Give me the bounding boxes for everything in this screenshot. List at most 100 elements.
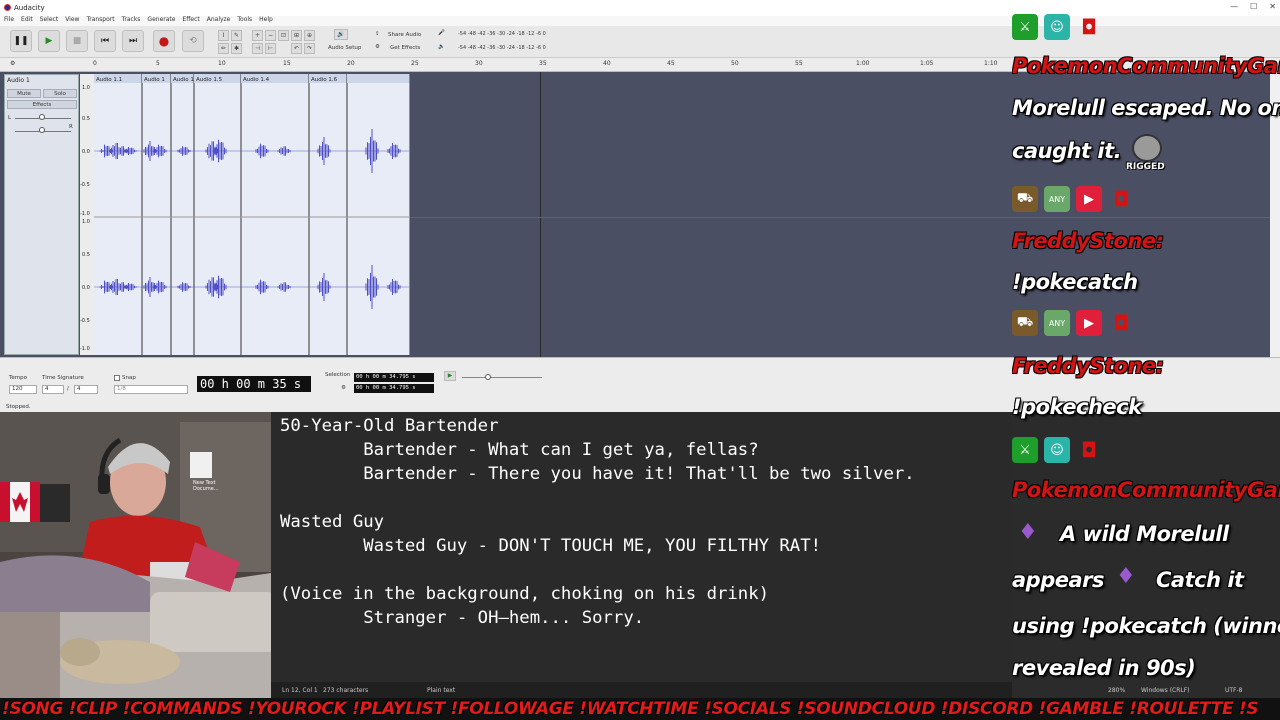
audio-setup-icon[interactable]: 🔊: [334, 29, 348, 40]
tick-label: 40: [603, 60, 611, 67]
track-name[interactable]: Audio 1: [7, 77, 30, 84]
menu-transport[interactable]: Transport: [86, 16, 114, 26]
snap-select[interactable]: 1/8: [114, 385, 188, 394]
speed-slider-thumb[interactable]: [485, 374, 491, 380]
menu-help[interactable]: Help: [259, 16, 273, 26]
pause-button[interactable]: ❚❚: [10, 30, 32, 52]
pan-slider-thumb[interactable]: [39, 127, 45, 133]
chat-message: A wild Morelull: [1060, 522, 1229, 546]
scale-label: 0.0: [82, 149, 90, 155]
cursor-position: Ln 12, Col 1: [282, 687, 318, 694]
twitch-icon: ◘: [1113, 187, 1129, 211]
gain-slider-thumb[interactable]: [39, 114, 45, 120]
tempo-field[interactable]: 120: [9, 385, 37, 394]
time-sig-slash: /: [67, 386, 69, 392]
tick-label: 55: [795, 60, 803, 67]
mute-button[interactable]: Mute: [7, 89, 41, 98]
time-sig-denominator[interactable]: 4: [74, 385, 98, 394]
playback-meter-scale[interactable]: -54 -48 -42 -36 -30 -24 -18 -12 -6 0: [458, 45, 546, 51]
menu-tracks[interactable]: Tracks: [122, 16, 141, 26]
zoom-toggle-icon[interactable]: ⊕: [304, 30, 315, 41]
record-meter-scale[interactable]: -54 -48 -42 -36 -30 -24 -18 -12 -6 0: [458, 31, 546, 37]
get-effects-icon[interactable]: ⚙: [375, 44, 380, 50]
selection-start-field[interactable]: 00 h 00 m 34.795 s: [354, 373, 434, 382]
tick-label: 1:00: [856, 60, 870, 67]
share-audio-icon[interactable]: ⇪: [375, 31, 380, 37]
silence-icon[interactable]: ⊢: [265, 43, 276, 54]
waveform-clips[interactable]: Audio 1.1 Audio 1 Audio 1.3Audio 1.5 Audio …: [94, 74, 410, 355]
notepad-text-area[interactable]: 50-Year-Old Bartender Bartender - What c…: [280, 414, 915, 630]
chat-message: !pokecatch: [1012, 270, 1138, 294]
trim-icon[interactable]: ⊣: [252, 43, 263, 54]
clip-header[interactable]: [347, 74, 410, 83]
text-line: [280, 486, 915, 510]
skip-to-end-button[interactable]: ⏭: [122, 30, 144, 52]
menu-generate[interactable]: Generate: [147, 16, 175, 26]
record-meter-icon[interactable]: 🎤: [438, 30, 445, 36]
menu-select[interactable]: Select: [40, 16, 59, 26]
any-icon: ANY: [1044, 186, 1070, 212]
snap-checkbox[interactable]: [114, 375, 120, 381]
scale-label: 0.0: [82, 285, 90, 291]
get-effects-button[interactable]: Get Effects: [390, 45, 420, 51]
play-button[interactable]: ▶: [38, 30, 60, 52]
desktop-file-label-2: Docume...: [193, 486, 219, 492]
chat-username: FreddyStone:: [1012, 354, 1164, 378]
chat-message: caught it.: [1012, 139, 1122, 163]
menu-file[interactable]: File: [4, 16, 14, 26]
scale-label: 1.0: [82, 85, 90, 91]
desktop-file-icon: [190, 452, 212, 478]
audio-setup-label[interactable]: Audio Setup: [328, 45, 361, 51]
play-at-speed-button[interactable]: ▶: [444, 371, 456, 381]
loop-button[interactable]: ⟲: [182, 30, 204, 52]
playback-meter-icon[interactable]: 🔈: [438, 44, 445, 50]
webcam-feed: New Text Docume...: [0, 412, 278, 698]
fire-emote-icon: ♦: [1018, 520, 1038, 545]
stop-button[interactable]: ■: [66, 30, 88, 52]
undo-icon[interactable]: ↶: [291, 43, 302, 54]
solo-button[interactable]: Solo: [43, 89, 77, 98]
clip-name: Audio 1.1: [96, 77, 122, 83]
chat-username: PokemonCommunityGame: [1012, 478, 1280, 502]
playhead-line: [540, 72, 541, 357]
record-button[interactable]: ●: [153, 30, 175, 52]
tick-label: 35: [539, 60, 547, 67]
scale-label: 0.5: [82, 252, 90, 258]
menu-view[interactable]: View: [65, 16, 79, 26]
selection-tool-icon[interactable]: I: [218, 30, 229, 41]
timeline-gear-icon[interactable]: ⚙: [10, 60, 15, 67]
effects-button[interactable]: Effects: [7, 100, 77, 109]
multi-tool-icon[interactable]: ✱: [231, 43, 242, 54]
selection-end-field[interactable]: 00 h 00 m 34.795 s: [354, 384, 434, 393]
time-signature-label: Time Signature: [42, 375, 84, 381]
tick-label: 45: [667, 60, 675, 67]
fit-project-icon[interactable]: ⊞: [291, 30, 302, 41]
redo-icon[interactable]: ↷: [304, 43, 315, 54]
scale-label: -1.0: [80, 211, 90, 217]
tick-label: 25: [411, 60, 419, 67]
draw-tool-icon[interactable]: ✏: [218, 43, 229, 54]
chat-username: PokemonCommunityGame: [1012, 54, 1280, 78]
cart-icon: ⛟: [1012, 310, 1038, 336]
twitch-icon: ◘: [1113, 311, 1129, 335]
menu-tools[interactable]: Tools: [237, 16, 252, 26]
ticker-text: !SONG !CLIP !COMMANDS !YOUROCK !PLAYLIST…: [2, 699, 1259, 719]
selection-label: Selection: [325, 372, 351, 378]
share-audio-button[interactable]: Share Audio: [388, 32, 421, 38]
twitch-icon: ◘: [1081, 438, 1097, 462]
scale-label: 1.0: [82, 219, 90, 225]
selection-settings-icon[interactable]: ⚙: [341, 385, 346, 391]
zoom-in-icon[interactable]: +: [252, 30, 263, 41]
envelope-tool-icon[interactable]: ✎: [231, 30, 242, 41]
fit-selection-icon[interactable]: ⊡: [278, 30, 289, 41]
zoom-out-icon[interactable]: −: [265, 30, 276, 41]
menu-effect[interactable]: Effect: [182, 16, 199, 26]
time-display[interactable]: 00 h 00 m 35 s: [197, 376, 311, 392]
menu-analyze[interactable]: Analyze: [207, 16, 231, 26]
chat-username: FreddyStone:: [1012, 229, 1164, 253]
menu-edit[interactable]: Edit: [21, 16, 33, 26]
vertical-scale: 1.0 0.5 0.0 -0.5 -1.0 1.0 0.5 0.0 -0.5 -…: [80, 74, 94, 355]
time-sig-numerator[interactable]: 4: [42, 385, 64, 394]
clip-area-background: [94, 74, 410, 355]
skip-to-start-button[interactable]: ⏮: [94, 30, 116, 52]
